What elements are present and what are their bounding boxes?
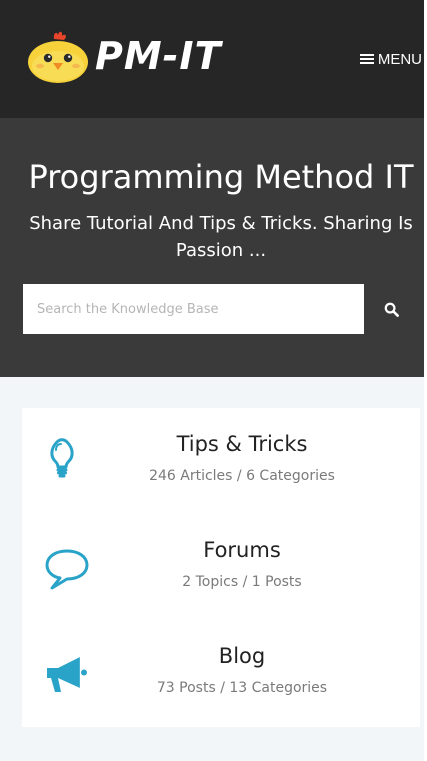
menu-button[interactable]: MENU: [359, 48, 422, 70]
page: PM-IT MENU Programming Method IT Share T…: [0, 0, 424, 761]
menu-label: MENU: [377, 50, 422, 68]
section-forums[interactable]: Forums 2 Topics / 1 Posts: [22, 514, 420, 614]
section-meta: 2 Topics / 1 Posts: [182, 574, 302, 590]
search-input[interactable]: [23, 284, 364, 334]
logo-text: PM-IT: [95, 34, 222, 78]
sections-card: Tips & Tricks 246 Articles / 6 Categorie…: [22, 408, 420, 727]
section-tips-and-tricks[interactable]: Tips & Tricks 246 Articles / 6 Categorie…: [22, 408, 420, 508]
site-header: PM-IT MENU: [0, 0, 424, 118]
search-icon: [384, 302, 399, 317]
section-title: Tips & Tricks: [176, 432, 308, 456]
section-title: Blog: [218, 644, 266, 668]
page-subtitle: Share Tutorial And Tips & Tricks. Sharin…: [29, 213, 413, 261]
section-title: Forums: [203, 538, 281, 562]
site-logo[interactable]: PM-IT: [26, 30, 226, 86]
hamburger-icon: [359, 53, 374, 65]
section-meta: 246 Articles / 6 Categories: [149, 468, 335, 484]
search-button[interactable]: [364, 284, 419, 334]
search-form: [23, 284, 419, 334]
page-title: Programming Method IT: [28, 158, 414, 196]
section-blog[interactable]: Blog 73 Posts / 13 Categories: [22, 620, 420, 720]
content-area: Tips & Tricks 246 Articles / 6 Categorie…: [0, 377, 424, 761]
chick-logo-icon: [28, 31, 88, 83]
section-meta: 73 Posts / 13 Categories: [156, 680, 328, 696]
hero-section: Programming Method IT Share Tutorial And…: [0, 118, 424, 377]
